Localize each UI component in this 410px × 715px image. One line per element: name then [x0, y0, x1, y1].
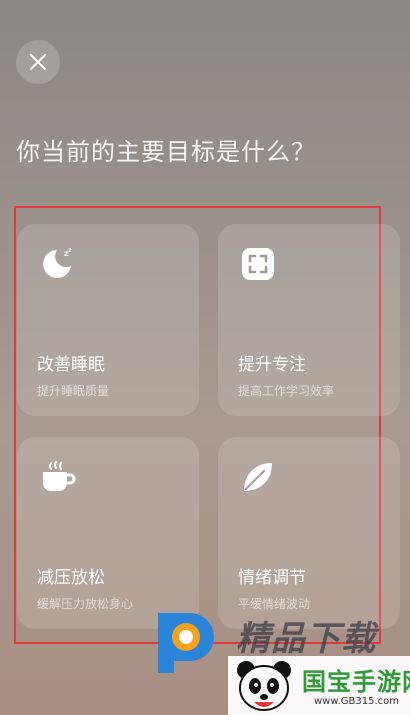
watermark-text: 国宝手游网 — [302, 668, 410, 696]
goal-card-sleep[interactable]: z z 改善睡眠 提升睡眠质量 — [17, 224, 199, 416]
goal-sublabel: 提高工作学习效率 — [238, 384, 335, 398]
goal-label: 情绪调节 — [238, 568, 306, 588]
svg-text:z: z — [68, 247, 72, 254]
close-button[interactable] — [16, 40, 60, 84]
close-icon — [30, 54, 46, 70]
goal-sublabel: 提升睡眠质量 — [37, 384, 110, 398]
page-title: 你当前的主要目标是什么？ — [16, 138, 316, 166]
goal-label: 提升专注 — [238, 355, 306, 375]
watermark-guobao: 国宝手游网 www.GB315.com — [228, 656, 410, 715]
goal-card-focus[interactable]: 提升专注 提高工作学习效率 — [218, 224, 400, 416]
coffee-cup-icon — [43, 461, 76, 491]
p-logo-icon — [158, 613, 214, 673]
leaf-icon — [244, 463, 272, 491]
focus-frame-icon — [242, 248, 274, 280]
moon-sleep-icon: z z — [43, 247, 72, 278]
goal-label: 减压放松 — [37, 568, 105, 588]
goal-card-emotion[interactable]: 情绪调节 平缓情绪波动 — [218, 437, 400, 629]
panda-logo-icon — [237, 661, 291, 711]
watermark-url: www.GB315.com — [314, 696, 400, 707]
goal-label: 改善睡眠 — [37, 355, 105, 375]
goal-card-relax[interactable]: 减压放松 缓解压力放松身心 — [17, 437, 199, 629]
goal-sublabel: 缓解压力放松身心 — [37, 597, 134, 611]
watermark-text: 精品下载 — [236, 619, 376, 659]
